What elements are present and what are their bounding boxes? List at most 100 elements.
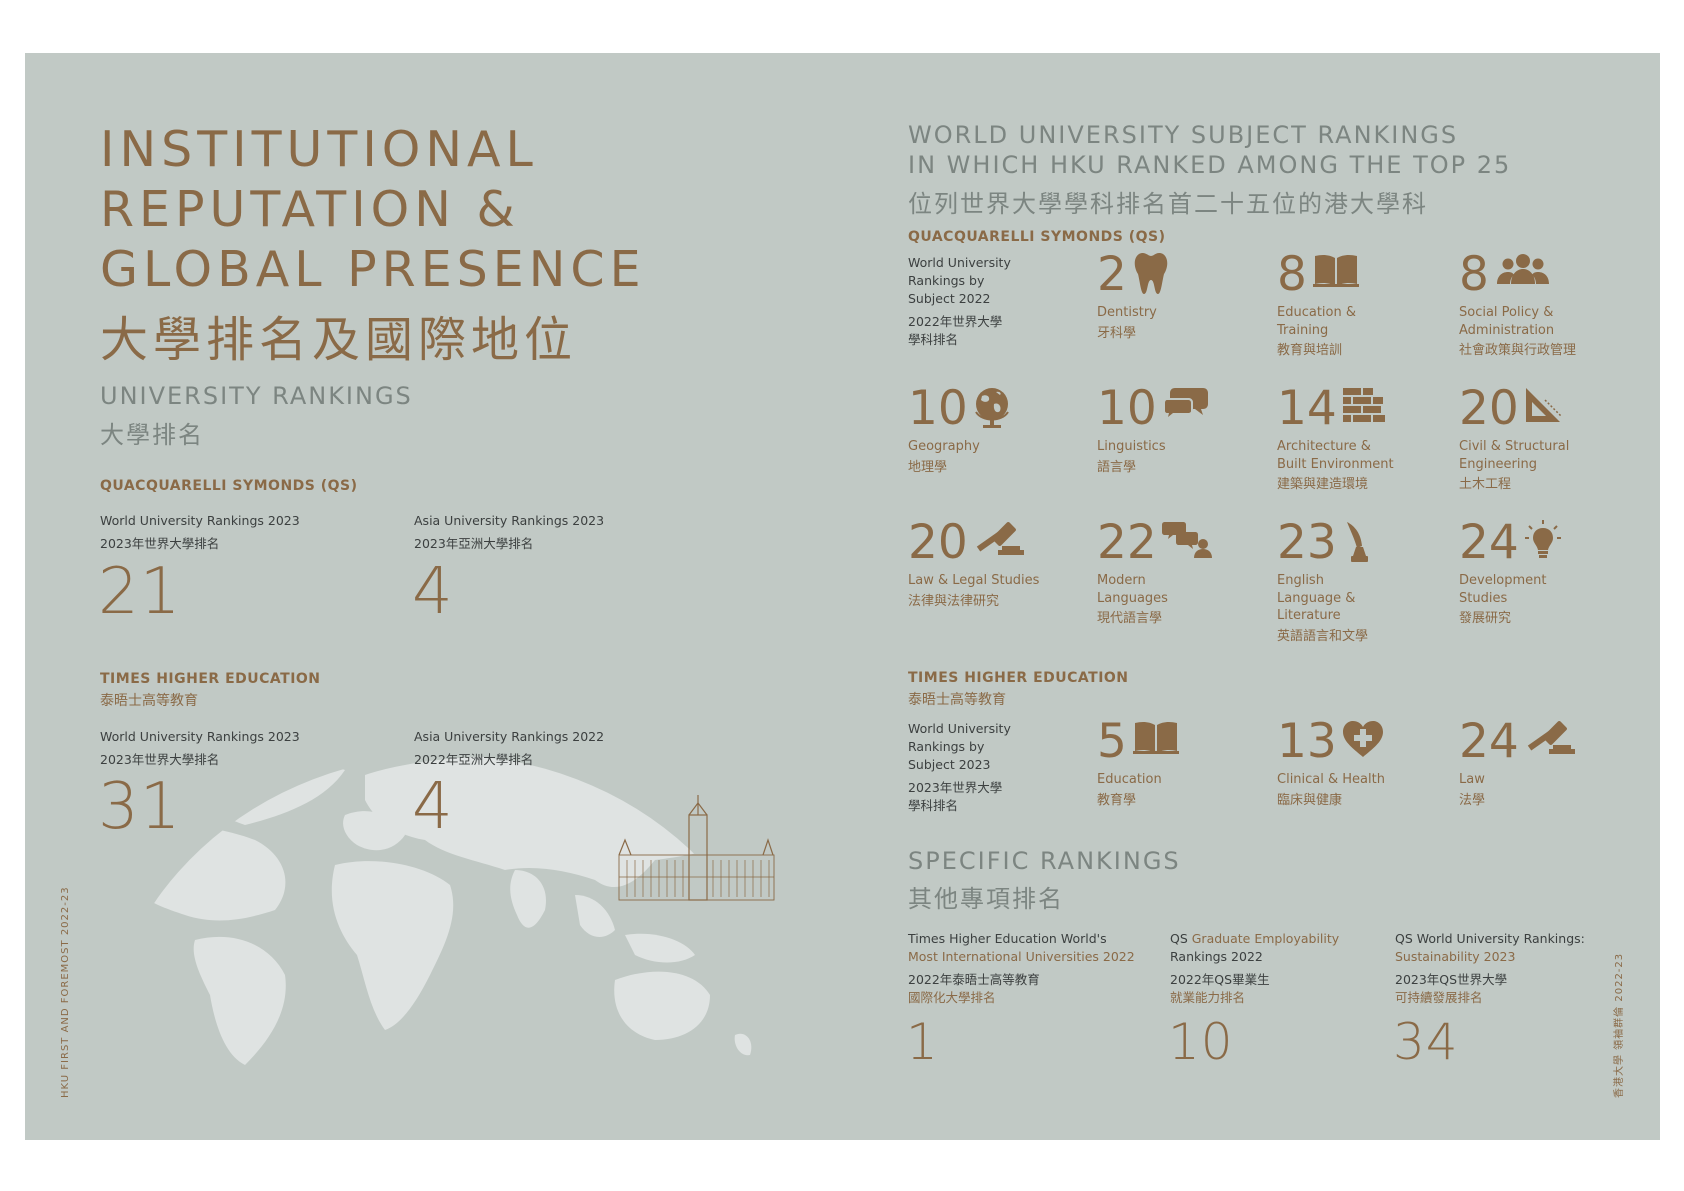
specific-label-zh: 2022年泰晤士高等教育 (908, 972, 1040, 987)
subject-rank: 22 (1097, 515, 1157, 570)
subject-rank: 10 (908, 381, 968, 436)
subject-name: Administration (1459, 322, 1555, 338)
subject-rank: 20 (908, 515, 968, 570)
subject-name: Studies (1459, 590, 1508, 606)
subject-ranking-item: 10 Linguistics 語言學 (1097, 384, 1267, 477)
bricks-icon (1341, 386, 1387, 428)
specific-label: QS World University Rankings: (1395, 931, 1585, 946)
subject-name: Law (1459, 772, 1485, 787)
subject-name-zh: 教育與培訓 (1277, 343, 1343, 358)
intro-line-zh: 2022年世界大學 (908, 314, 1003, 329)
subject-rank-row: 8 (1277, 250, 1447, 304)
gavel-icon (1523, 719, 1579, 763)
subject-rank-row: 10 (908, 384, 1078, 438)
subject-rank: 20 (1459, 381, 1519, 436)
subject-name-zh: 語言學 (1097, 459, 1137, 475)
subject-name-zh: 臨床與健康 (1277, 792, 1343, 808)
subject-rank-row: 22 (1097, 518, 1267, 572)
subject-rankings-title: WORLD UNIVERSITY SUBJECT RANKINGS IN WHI… (908, 120, 1511, 180)
title-line-1: INSTITUTIONAL (100, 121, 538, 178)
qs-heading: QUACQUARELLI SYMONDS (QS) (100, 478, 358, 494)
subject-ranking-item: 5 Education 教育學 (1097, 717, 1267, 810)
lightbulb-icon (1523, 520, 1563, 564)
section-title-university-rankings-zh: 大學排名 (100, 421, 204, 449)
title-line-2: REPUTATION & (100, 181, 520, 238)
book-icon (1313, 252, 1359, 292)
specific-value-3: 34 (1393, 1013, 1459, 1071)
subject-rank-row: 10 (1097, 384, 1267, 438)
left-side-text: HKU FIRST AND FOREMOST 2022-23 (60, 886, 71, 1098)
subject-ranking-item: 24 Law 法學 (1459, 717, 1629, 810)
subject-name-zh: 地理學 (908, 459, 948, 475)
subject-ranking-item: 23 English Language & Literature 英語語言和文學 (1277, 518, 1447, 646)
subject-title-line-1: WORLD UNIVERSITY SUBJECT RANKINGS (908, 121, 1459, 149)
tooth-icon (1133, 252, 1169, 300)
subject-name-zh: 牙科學 (1097, 325, 1137, 341)
subject-name: Education (1097, 772, 1162, 787)
subject-name: Language & (1277, 590, 1356, 606)
subject-rank: 8 (1277, 247, 1307, 302)
qs-asia-rank: 4 (412, 555, 454, 629)
specific-value-1: 1 (906, 1013, 939, 1071)
section-title-university-rankings: UNIVERSITY RANKINGS (100, 382, 413, 410)
subject-rank: 24 (1459, 515, 1519, 570)
specific-item-1: Times Higher Education World's Most Inte… (908, 930, 1148, 1007)
subject-rank-row: 14 (1277, 384, 1447, 438)
page-title: INSTITUTIONAL REPUTATION & GLOBAL PRESEN… (100, 120, 646, 300)
specific-rankings-title: SPECIFIC RANKINGS (908, 847, 1181, 875)
the-world-label-zh: 2023年世界大學排名 (100, 752, 220, 767)
the-world-label: World University Rankings 2023 (100, 729, 300, 744)
specific-label-zh: 2022年QS畢業生 (1170, 972, 1270, 987)
subject-name: Social Policy & (1459, 305, 1554, 320)
specific-label-highlight: Graduate Employability (1191, 931, 1340, 946)
qs-world-label: World University Rankings 2023 (100, 513, 300, 528)
subject-name-zh: 土木工程 (1459, 477, 1512, 492)
specific-label-zh-highlight: 國際化大學排名 (908, 990, 996, 1005)
heart-plus-icon (1341, 719, 1385, 763)
subject-ranking-item: 14 Architecture & Built Environment 建築與建造環境 (1277, 384, 1447, 494)
subject-name: Law & Legal Studies (908, 573, 1040, 588)
subject-rank-row: 24 (1459, 518, 1629, 572)
intro-line: World University (908, 255, 1011, 270)
subject-name: Dentistry (1097, 305, 1157, 320)
specific-label: QS (1170, 931, 1192, 946)
the-asia-label: Asia University Rankings 2022 (414, 729, 605, 744)
subject-ranking-item: 24 Development Studies 發展研究 (1459, 518, 1629, 628)
subject-rank: 23 (1277, 515, 1337, 570)
subject-name: Training (1277, 322, 1329, 338)
subject-rank-row: 5 (1097, 717, 1267, 771)
gavel-icon (972, 520, 1028, 564)
subject-rank-row: 2 (1097, 250, 1267, 304)
the-asia-label-zh: 2022年亞洲大學排名 (414, 752, 534, 767)
book-icon (1133, 719, 1179, 759)
the-heading-zh: 泰晤士高等教育 (100, 693, 198, 709)
right-side-text: 香港大學 領袖群倫 2022-23 (1614, 952, 1625, 1098)
subject-rank-row: 8 (1459, 250, 1629, 304)
specific-value-2: 10 (1168, 1013, 1234, 1071)
subject-ranking-item: 2 Dentistry 牙科學 (1097, 250, 1267, 343)
intro-line-zh: 2023年世界大學 (908, 780, 1003, 795)
specific-rankings-title-zh: 其他專項排名 (908, 885, 1064, 913)
subject-name: Education & (1277, 305, 1356, 320)
qs-asia-label-zh: 2023年亞洲大學排名 (414, 536, 534, 551)
the-subject-heading-zh: 泰晤士高等教育 (908, 692, 1006, 708)
subject-rank: 2 (1097, 247, 1127, 302)
subject-name-zh: 法律與法律研究 (908, 593, 1000, 609)
subject-name: Literature (1277, 608, 1341, 623)
subject-name: English (1277, 573, 1324, 588)
intro-line-zh: 學科排名 (908, 798, 959, 813)
intro-line: Subject 2022 (908, 291, 991, 306)
subject-rank-row: 13 (1277, 717, 1447, 771)
specific-label-zh: 2023年QS世界大學 (1395, 972, 1508, 987)
the-subject-heading: TIMES HIGHER EDUCATION (908, 670, 1129, 686)
set-square-icon (1523, 386, 1563, 428)
subject-rank-row: 24 (1459, 717, 1629, 771)
subject-rank: 5 (1097, 714, 1127, 769)
subject-name: Languages (1097, 590, 1168, 606)
subject-rank-row: 20 (1459, 384, 1629, 438)
subject-name-zh: 建築與建造環境 (1277, 477, 1369, 492)
specific-label-highlight: Most International Universities 2022 (908, 949, 1135, 964)
subject-name-zh: 現代語言學 (1097, 611, 1163, 626)
intro-line: Rankings by (908, 739, 985, 754)
people-icon (1495, 252, 1551, 292)
